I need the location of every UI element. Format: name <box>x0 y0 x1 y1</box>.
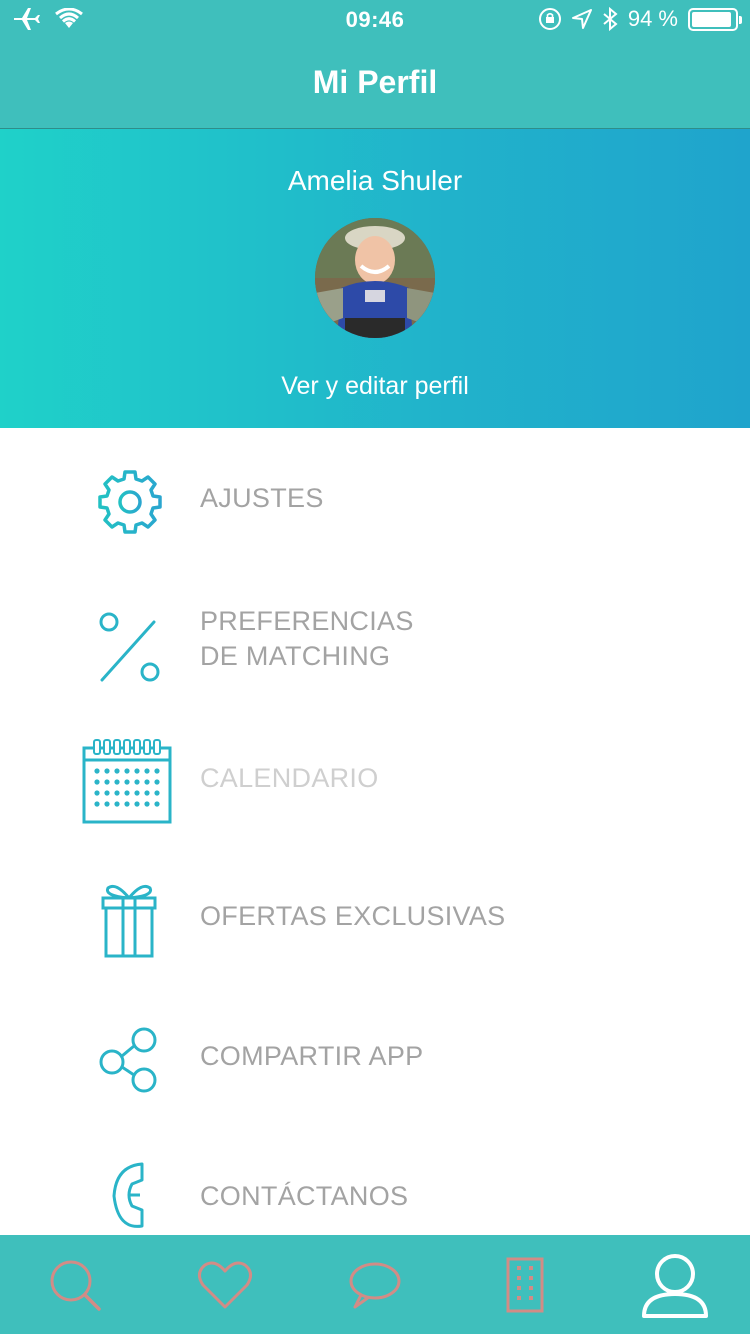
menu-item-calendario[interactable]: CALENDARIO <box>0 728 750 848</box>
menu-label-preferencias-line2: DE MATCHING <box>200 641 391 671</box>
bluetooth-icon <box>603 7 618 31</box>
tab-favorites[interactable] <box>150 1235 300 1334</box>
phone-icon <box>112 1162 144 1228</box>
menu-label-preferencias-line1: PREFERENCIAS <box>200 606 414 636</box>
gift-icon <box>101 884 157 958</box>
profile-icon <box>642 1253 708 1318</box>
search-icon <box>50 1260 101 1311</box>
profile-name: Amelia Shuler <box>287 165 463 196</box>
page-title: Mi Perfil <box>312 64 438 100</box>
orientation-lock-icon <box>538 8 561 30</box>
tab-bar <box>0 1235 750 1334</box>
tab-search[interactable] <box>0 1235 150 1334</box>
profile-banner: Amelia Shuler Ver y editar perfil <box>0 129 750 428</box>
battery-icon <box>688 7 742 31</box>
avatar[interactable] <box>315 218 435 338</box>
header: 09:46 94 % Mi Perfil <box>0 0 750 129</box>
menu-item-ofertas[interactable]: OFERTAS EXCLUSIVAS <box>0 868 750 988</box>
status-bar: 09:46 94 % <box>0 0 750 40</box>
menu-item-compartir[interactable]: COMPARTIR APP <box>0 1008 750 1128</box>
menu-label-preferencias: PREFERENCIAS DE MATCHING <box>200 604 414 674</box>
tab-profile[interactable] <box>600 1235 750 1334</box>
profile-menu: AJUSTES PREFERENCIAS DE MATCHING CALENDA… <box>0 428 750 1234</box>
menu-label-ofertas: OFERTAS EXCLUSIVAS <box>200 901 506 931</box>
menu-label-contactanos: CONTÁCTANOS <box>200 1181 409 1211</box>
building-icon <box>506 1257 544 1312</box>
edit-profile-link[interactable]: Ver y editar perfil <box>0 372 750 401</box>
menu-label-calendario: CALENDARIO <box>200 763 379 793</box>
share-icon <box>99 1027 157 1093</box>
status-right: 94 % <box>538 6 742 32</box>
heart-icon <box>198 1261 252 1308</box>
chat-icon <box>349 1262 401 1308</box>
battery-fill <box>692 11 732 27</box>
tab-messages[interactable] <box>300 1235 450 1334</box>
location-icon <box>571 9 592 29</box>
menu-item-preferencias[interactable]: PREFERENCIAS DE MATCHING <box>0 588 750 708</box>
menu-item-ajustes[interactable]: AJUSTES <box>0 438 750 558</box>
menu-label-ajustes: AJUSTES <box>200 483 324 513</box>
battery-percent: 94 % <box>627 6 678 31</box>
percent-icon <box>99 612 160 682</box>
tab-places[interactable] <box>450 1235 600 1334</box>
calendar-icon <box>82 739 172 824</box>
gear-icon <box>98 470 162 534</box>
menu-label-compartir: COMPARTIR APP <box>200 1041 424 1071</box>
